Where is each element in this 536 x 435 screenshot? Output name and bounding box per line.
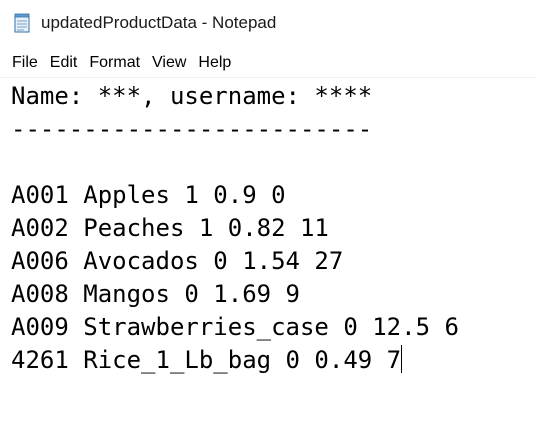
text-line: ------------------------- xyxy=(11,113,372,146)
line-text: A006 Avocados 0 1.54 27 xyxy=(11,247,344,275)
menu-view[interactable]: View xyxy=(146,50,192,76)
line-text: A008 Mangos 0 1.69 9 xyxy=(11,280,300,308)
text-line: Name: ***, username: **** xyxy=(11,80,372,113)
menu-help[interactable]: Help xyxy=(192,50,237,76)
line-text: ------------------------- xyxy=(11,115,373,143)
text-line: A006 Avocados 0 1.54 27 xyxy=(11,245,343,278)
text-line: A002 Peaches 1 0.82 11 xyxy=(11,212,329,245)
menu-edit[interactable]: Edit xyxy=(44,50,84,76)
notepad-icon xyxy=(12,13,32,33)
notepad-window: updatedProductData - Notepad File Edit F… xyxy=(0,0,536,435)
line-text: A009 Strawberries_case 0 12.5 6 xyxy=(11,313,459,341)
text-editor[interactable]: Name: ***, username: **** --------------… xyxy=(0,77,536,435)
line-text: 4261 Rice_1_Lb_bag 0 0.49 7 xyxy=(11,346,402,374)
text-line: A001 Apples 1 0.9 0 xyxy=(11,179,286,212)
window-title: updatedProductData - Notepad xyxy=(41,13,277,32)
line-text: A002 Peaches 1 0.82 11 xyxy=(11,214,329,242)
line-text: A001 Apples 1 0.9 0 xyxy=(11,181,286,209)
title-bar[interactable]: updatedProductData - Notepad xyxy=(0,0,536,46)
text-cursor xyxy=(401,345,403,373)
menu-file[interactable]: File xyxy=(0,50,44,76)
menu-format[interactable]: Format xyxy=(83,50,146,76)
text-line: A008 Mangos 0 1.69 9 xyxy=(11,278,300,311)
text-line: A009 Strawberries_case 0 12.5 6 xyxy=(11,311,459,344)
text-line: 4261 Rice_1_Lb_bag 0 0.49 7 xyxy=(11,344,403,377)
line-text: Name: ***, username: **** xyxy=(11,82,373,110)
menu-bar: File Edit Format View Help xyxy=(0,49,536,77)
